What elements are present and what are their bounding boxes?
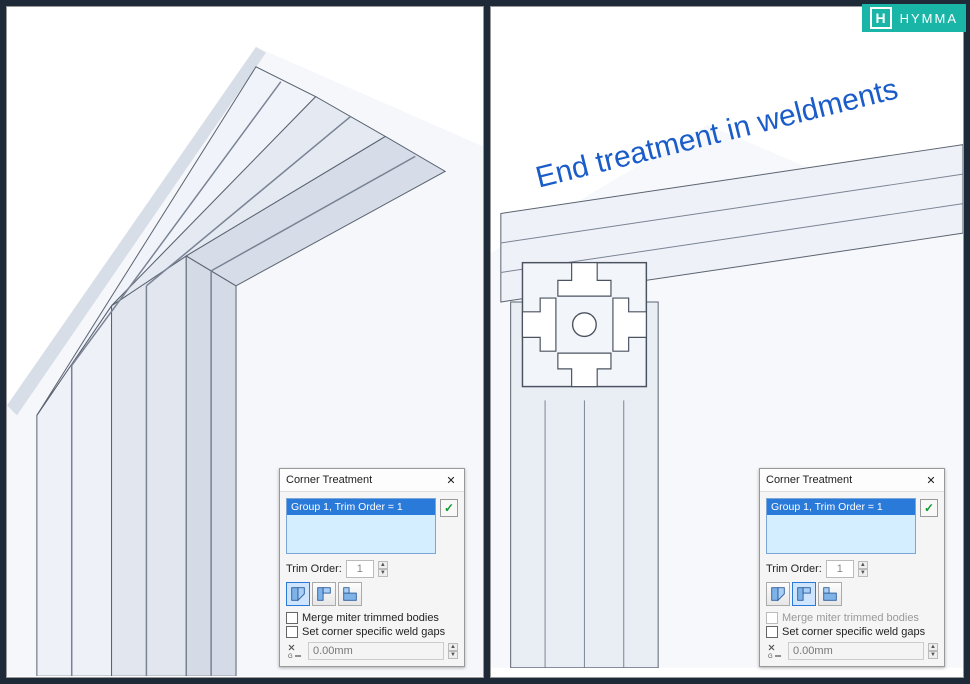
group-listbox[interactable]: Group 1, Trim Order = 1 [286, 498, 436, 554]
chevron-up-icon[interactable]: ▲ [928, 643, 938, 651]
chevron-up-icon[interactable]: ▲ [448, 643, 458, 651]
merge-checkbox [766, 612, 778, 624]
chevron-up-icon[interactable]: ▲ [378, 561, 388, 569]
merge-checkbox-row[interactable]: Merge miter trimmed bodies [286, 612, 458, 624]
dialog-header: Corner Treatment ✕ [280, 469, 464, 492]
weld-gap-input[interactable]: 0.00mm [308, 642, 444, 660]
dialog-title: Corner Treatment [766, 474, 852, 486]
chevron-down-icon[interactable]: ▼ [448, 651, 458, 659]
merge-label: Merge miter trimmed bodies [782, 612, 919, 624]
group-listbox[interactable]: Group 1, Trim Order = 1 [766, 498, 916, 554]
group-list-item[interactable]: Group 1, Trim Order = 1 [767, 499, 915, 515]
setgap-checkbox[interactable] [286, 626, 298, 638]
chevron-down-icon[interactable]: ▼ [928, 651, 938, 659]
corner-type-row [286, 582, 458, 606]
corner-type-butt1-button[interactable] [312, 582, 336, 606]
corner-type-butt2-button[interactable] [338, 582, 362, 606]
close-icon[interactable]: ✕ [924, 473, 938, 487]
close-icon[interactable]: ✕ [444, 473, 458, 487]
viewport-left[interactable]: Corner Treatment ✕ Group 1, Trim Order =… [6, 6, 484, 678]
corner-treatment-dialog-right: Corner Treatment ✕ Group 1, Trim Order =… [759, 468, 945, 667]
group-list-item[interactable]: Group 1, Trim Order = 1 [287, 499, 435, 515]
corner-type-miter-button[interactable] [766, 582, 790, 606]
trim-order-spinner[interactable]: ▲ ▼ [858, 561, 868, 577]
chevron-down-icon[interactable]: ▼ [858, 569, 868, 577]
corner-type-row [766, 582, 938, 606]
trim-order-spinner[interactable]: ▲ ▼ [378, 561, 388, 577]
corner-type-miter-button[interactable] [286, 582, 310, 606]
weld-gap-icon: G [766, 642, 784, 660]
split-view: Corner Treatment ✕ Group 1, Trim Order =… [0, 0, 970, 684]
brand-name: HYMMA [900, 11, 958, 26]
chevron-down-icon[interactable]: ▼ [378, 569, 388, 577]
svg-text:G: G [288, 654, 293, 660]
setgap-checkbox[interactable] [766, 626, 778, 638]
weld-gap-icon: G [286, 642, 304, 660]
chevron-up-icon[interactable]: ▲ [858, 561, 868, 569]
weld-gap-spinner[interactable]: ▲ ▼ [448, 643, 458, 659]
confirm-button[interactable]: ✓ [920, 499, 938, 517]
merge-label: Merge miter trimmed bodies [302, 612, 439, 624]
confirm-button[interactable]: ✓ [440, 499, 458, 517]
brand-logo: H HYMMA [862, 4, 966, 32]
weld-gap-spinner[interactable]: ▲ ▼ [928, 643, 938, 659]
trim-order-input[interactable]: 1 [346, 560, 374, 578]
corner-type-butt1-button[interactable] [792, 582, 816, 606]
setgap-label: Set corner specific weld gaps [782, 626, 925, 638]
setgap-label: Set corner specific weld gaps [302, 626, 445, 638]
setgap-checkbox-row[interactable]: Set corner specific weld gaps [286, 626, 458, 638]
trim-order-input[interactable]: 1 [826, 560, 854, 578]
dialog-header: Corner Treatment ✕ [760, 469, 944, 492]
merge-checkbox-row: Merge miter trimmed bodies [766, 612, 938, 624]
svg-text:G: G [768, 654, 773, 660]
dialog-title: Corner Treatment [286, 474, 372, 486]
corner-type-butt2-button[interactable] [818, 582, 842, 606]
corner-treatment-dialog-left: Corner Treatment ✕ Group 1, Trim Order =… [279, 468, 465, 667]
trim-order-label: Trim Order: [766, 563, 822, 575]
weld-gap-input[interactable]: 0.00mm [788, 642, 924, 660]
setgap-checkbox-row[interactable]: Set corner specific weld gaps [766, 626, 938, 638]
brand-icon: H [870, 7, 892, 29]
trim-order-label: Trim Order: [286, 563, 342, 575]
merge-checkbox[interactable] [286, 612, 298, 624]
viewport-right[interactable]: End treatment in weldments Corner Treatm… [490, 6, 964, 678]
